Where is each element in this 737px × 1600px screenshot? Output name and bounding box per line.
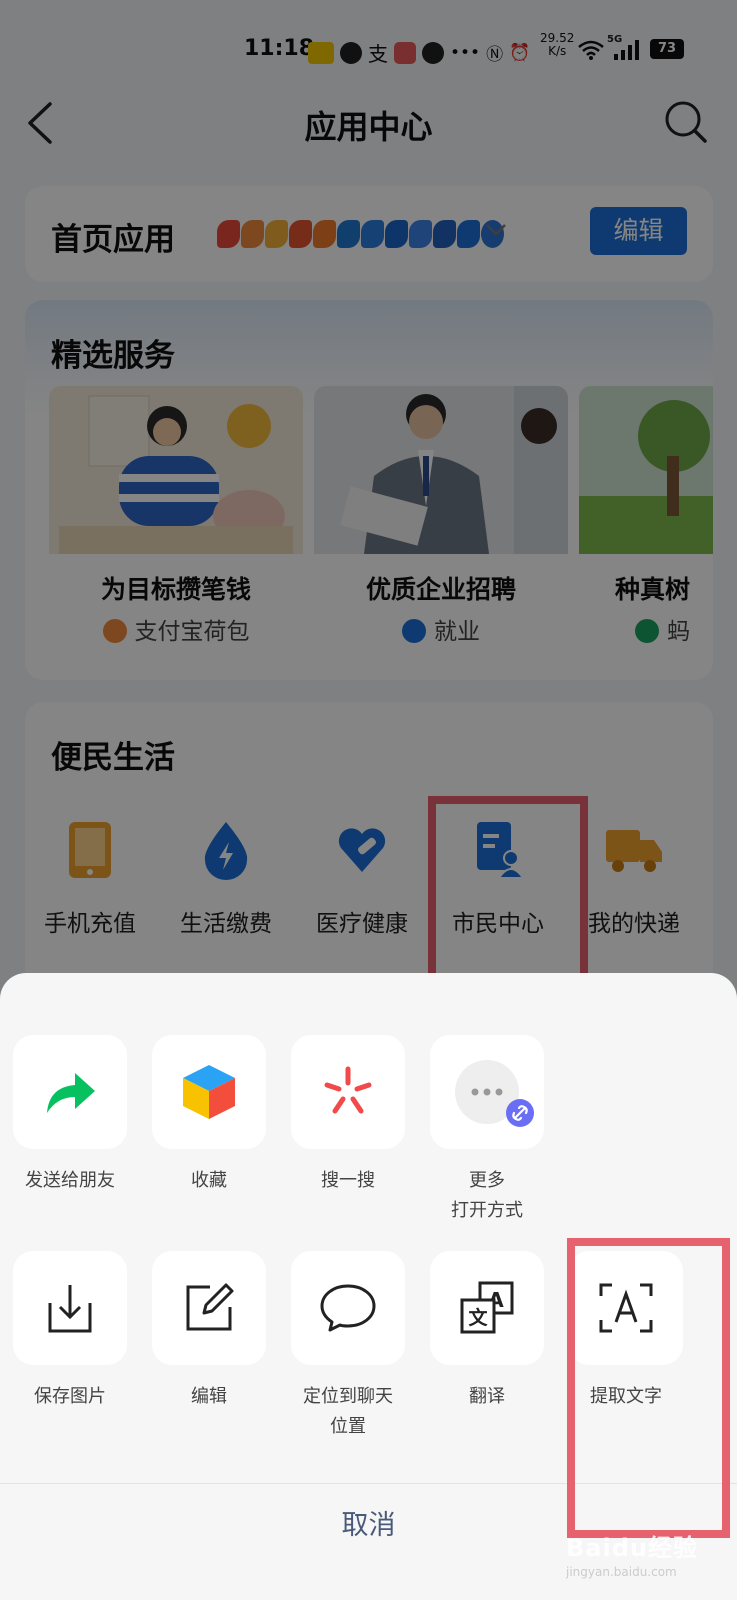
favorite-button[interactable]: 收藏 <box>152 1035 266 1196</box>
search-one-search-button[interactable]: 搜一搜 <box>291 1035 405 1196</box>
extract-text-highlight <box>567 1238 730 1538</box>
more-open-methods-tile[interactable] <box>430 1035 544 1149</box>
translate-button[interactable]: A 文 翻译 <box>430 1251 544 1412</box>
sou-yi-sou-icon <box>324 1066 372 1114</box>
translate-tile[interactable]: A 文 <box>430 1251 544 1365</box>
action-label: 收藏 <box>191 1170 227 1191</box>
favorite-tile[interactable] <box>152 1035 266 1149</box>
save-image-button[interactable]: 保存图片 <box>13 1251 127 1412</box>
edit-image-tile[interactable] <box>152 1251 266 1365</box>
favorites-cube-icon <box>183 1065 235 1119</box>
edit-pencil-icon <box>186 1283 234 1331</box>
download-icon <box>48 1285 92 1333</box>
action-label: 搜一搜 <box>321 1170 375 1191</box>
locate-in-chat-button[interactable]: 定位到聊天 位置 <box>291 1251 405 1442</box>
action-label: 编辑 <box>191 1386 227 1407</box>
send-to-friend-button[interactable]: 发送给朋友 <box>13 1035 127 1196</box>
watermark-brand: Baidu经验 <box>566 1534 698 1562</box>
baidu-jingyan-watermark: Baidu经验 jingyan.baidu.com <box>566 1528 698 1579</box>
edit-image-button[interactable]: 编辑 <box>152 1251 266 1412</box>
chat-bubble-icon <box>320 1284 376 1332</box>
action-label: 保存图片 <box>34 1386 106 1407</box>
save-image-tile[interactable] <box>13 1251 127 1365</box>
more-open-methods-button[interactable]: 更多 打开方式 <box>430 1035 544 1226</box>
action-label: 翻译 <box>469 1386 505 1407</box>
action-label: 更多 打开方式 <box>451 1170 523 1221</box>
search-one-search-tile[interactable] <box>291 1035 405 1149</box>
share-arrow-icon <box>47 1073 95 1113</box>
locate-in-chat-tile[interactable] <box>291 1251 405 1365</box>
mini-program-link-icon <box>506 1099 534 1127</box>
translate-icon: A 文 <box>460 1281 514 1334</box>
send-to-friend-tile[interactable] <box>13 1035 127 1149</box>
action-label: 发送给朋友 <box>25 1170 115 1191</box>
svg-text:文: 文 <box>468 1306 488 1329</box>
watermark-url: jingyan.baidu.com <box>566 1565 677 1579</box>
action-label: 定位到聊天 位置 <box>303 1386 393 1437</box>
